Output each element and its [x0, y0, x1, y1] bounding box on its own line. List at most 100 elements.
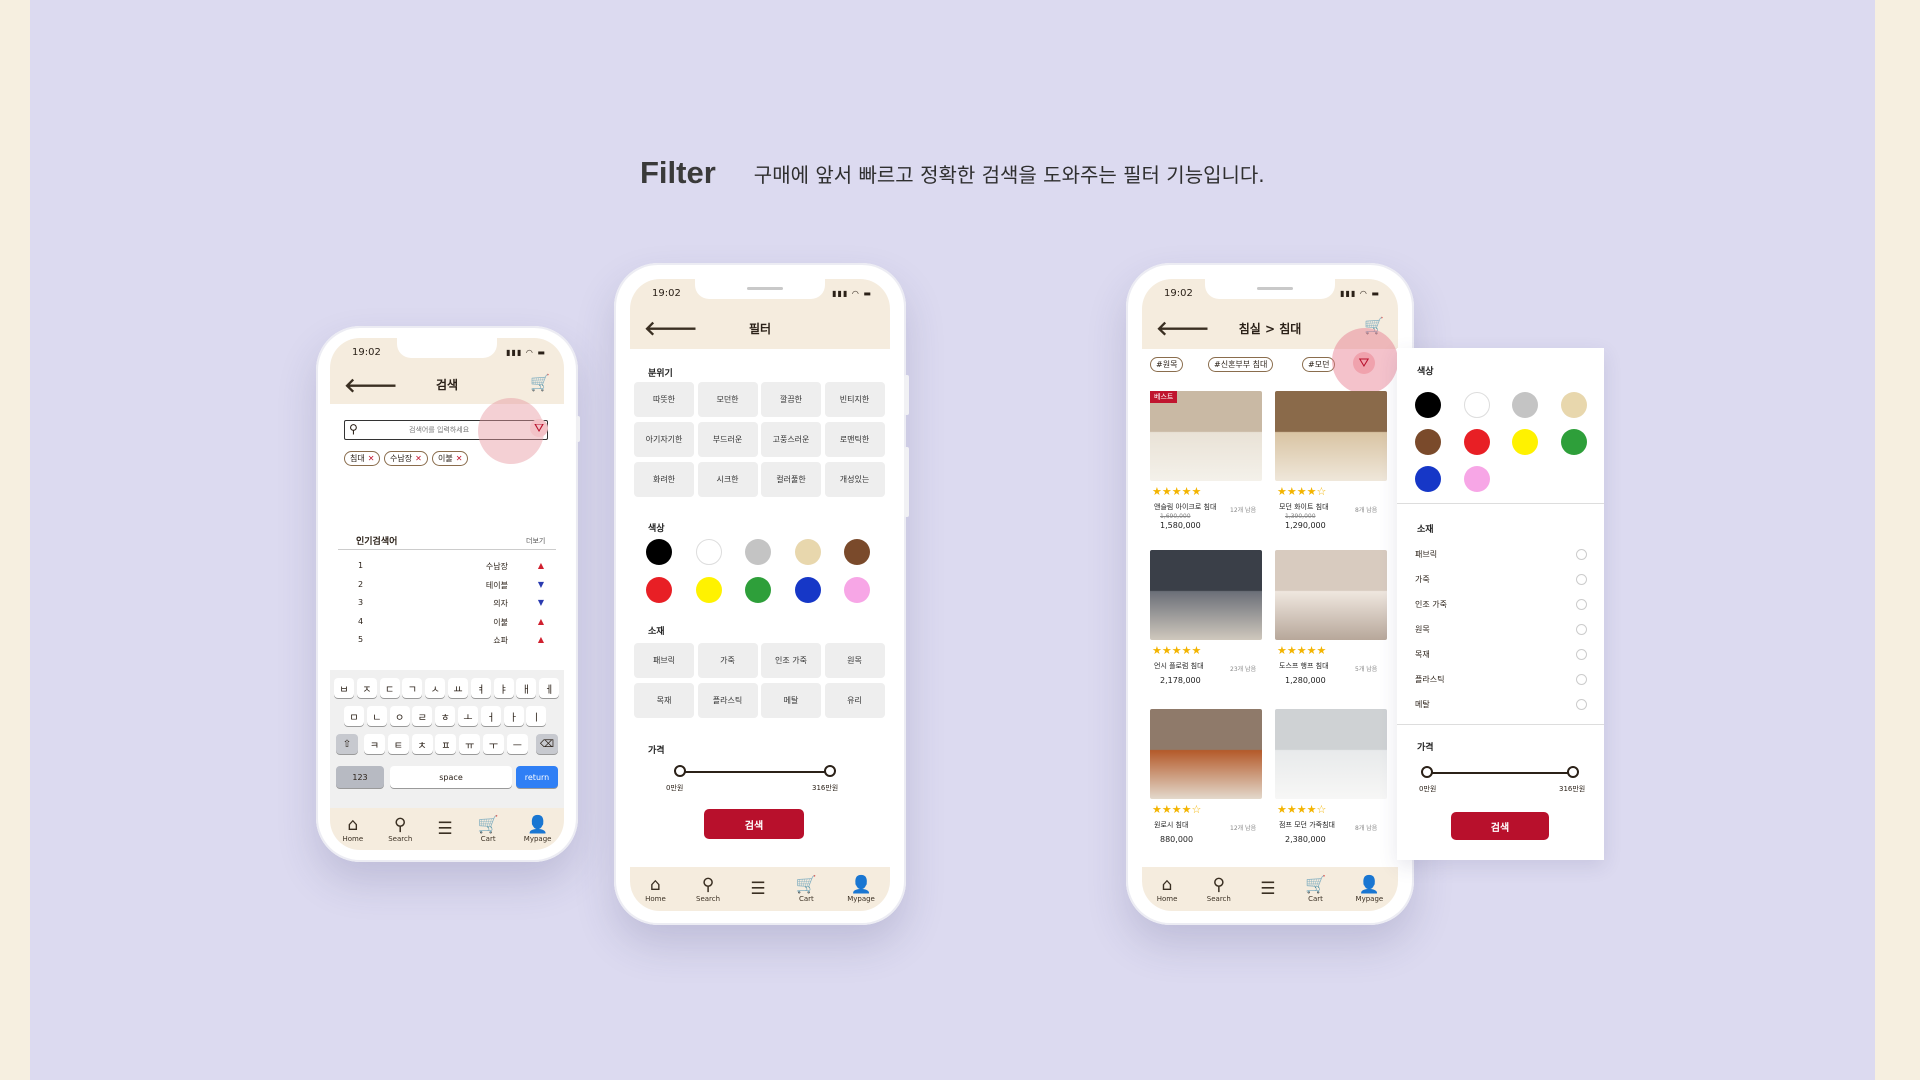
- color-swatch[interactable]: [794, 539, 821, 565]
- radio-button[interactable]: [1576, 599, 1587, 610]
- rank-row[interactable]: 1 수납장 ▲: [330, 558, 564, 574]
- panel-material-row[interactable]: 패브릭: [1415, 547, 1587, 563]
- panel-color-swatch[interactable]: [1512, 392, 1538, 418]
- mood-chip[interactable]: 빈티지한: [824, 382, 885, 417]
- color-swatch[interactable]: [844, 539, 870, 565]
- price-min-handle[interactable]: [674, 765, 686, 777]
- color-swatch[interactable]: [646, 577, 672, 603]
- keyboard-key[interactable]: ㅈ: [356, 678, 377, 698]
- radio-button[interactable]: [1576, 674, 1587, 685]
- material-chip[interactable]: 가죽: [697, 643, 758, 678]
- product-image[interactable]: [1275, 550, 1387, 640]
- keyboard-key[interactable]: ㅕ: [470, 678, 491, 698]
- keyboard-key[interactable]: ㅗ: [458, 706, 478, 726]
- nav-item-menu[interactable]: ☰: [1260, 879, 1275, 899]
- filter-icon[interactable]: ⛛: [530, 419, 548, 437]
- nav-item-home[interactable]: ⌂ Home: [1157, 875, 1178, 903]
- color-swatch[interactable]: [794, 577, 821, 603]
- nav-item-home[interactable]: ⌂ Home: [645, 875, 666, 903]
- mood-chip[interactable]: 화려한: [634, 462, 694, 497]
- mood-chip[interactable]: 고풍스러운: [761, 422, 821, 457]
- close-icon[interactable]: ✕: [415, 454, 422, 463]
- keyboard-key[interactable]: ㅋ: [364, 734, 385, 754]
- mood-chip[interactable]: 개성있는: [824, 462, 885, 497]
- keyboard-key[interactable]: ㅁ: [344, 706, 364, 726]
- product-image[interactable]: [1150, 709, 1262, 799]
- keyboard-key[interactable]: ㅠ: [459, 734, 481, 754]
- nav-item-cart[interactable]: 🛒 Cart: [1305, 875, 1326, 903]
- keyboard-key[interactable]: ㅛ: [448, 678, 468, 698]
- keyboard-key[interactable]: ㅑ: [493, 678, 514, 698]
- search-tag[interactable]: 침대 ✕: [344, 451, 381, 466]
- product-image[interactable]: [1275, 391, 1387, 481]
- material-chip[interactable]: 패브릭: [634, 643, 694, 678]
- panel-color-swatch[interactable]: [1560, 392, 1587, 418]
- shift-key[interactable]: ⇧: [336, 734, 358, 754]
- nav-item-menu[interactable]: ☰: [750, 879, 765, 899]
- panel-color-swatch[interactable]: [1415, 466, 1441, 492]
- hashtag-chip[interactable]: #원목: [1150, 357, 1184, 372]
- product-card[interactable]: ★★★★☆ 원로시 침대 12개 남음 880,000: [1150, 709, 1268, 859]
- nav-item-mypage[interactable]: 👤 Mypage: [847, 875, 875, 903]
- keyboard-key[interactable]: ㅔ: [539, 678, 560, 698]
- price-max-handle[interactable]: [824, 765, 836, 777]
- material-chip[interactable]: 메탈: [761, 683, 821, 718]
- panel-color-swatch[interactable]: [1463, 429, 1490, 455]
- panel-color-swatch[interactable]: [1560, 429, 1587, 455]
- hashtag-chip[interactable]: #모던: [1302, 357, 1336, 372]
- rank-row[interactable]: 3 의자 ▼: [330, 595, 564, 611]
- panel-material-row[interactable]: 가죽: [1415, 572, 1587, 588]
- nav-item-mypage[interactable]: 👤 Mypage: [1356, 875, 1384, 903]
- material-chip[interactable]: 플라스틱: [697, 683, 758, 718]
- keyboard-key[interactable]: ㅣ: [526, 706, 547, 726]
- color-swatch[interactable]: [695, 577, 722, 603]
- keyboard-key[interactable]: ㅏ: [503, 706, 524, 726]
- color-swatch[interactable]: [745, 539, 771, 565]
- nav-item-search[interactable]: ⚲ Search: [1207, 875, 1231, 903]
- nav-item-cart[interactable]: 🛒 Cart: [478, 815, 499, 843]
- keyboard-key[interactable]: ㄷ: [379, 678, 400, 698]
- panel-color-swatch[interactable]: [1512, 429, 1538, 455]
- number-key[interactable]: 123: [336, 766, 384, 788]
- color-swatch[interactable]: [844, 577, 870, 603]
- keyboard-key[interactable]: ㅌ: [387, 734, 409, 754]
- color-swatch[interactable]: [646, 539, 672, 565]
- backspace-key[interactable]: ⌫: [536, 734, 558, 754]
- panel-material-row[interactable]: 목재: [1415, 647, 1587, 663]
- keyboard-key[interactable]: ㅇ: [389, 706, 410, 726]
- space-key[interactable]: space: [390, 766, 512, 788]
- close-icon[interactable]: ✕: [368, 454, 375, 463]
- back-icon[interactable]: 🡐: [644, 316, 698, 340]
- nav-item-search[interactable]: ⚲ Search: [388, 815, 412, 843]
- keyboard-key[interactable]: ㅍ: [435, 734, 457, 754]
- back-icon[interactable]: 🡐: [1156, 316, 1210, 340]
- mood-chip[interactable]: 시크한: [697, 462, 758, 497]
- panel-material-row[interactable]: 플라스틱: [1415, 672, 1587, 688]
- keyboard-key[interactable]: ㅓ: [480, 706, 501, 726]
- panel-color-swatch[interactable]: [1415, 429, 1441, 455]
- hashtag-chip[interactable]: #신혼부부 침대: [1208, 357, 1274, 372]
- panel-price-max-handle[interactable]: [1567, 766, 1579, 778]
- close-icon[interactable]: ✕: [456, 454, 463, 463]
- mood-chip[interactable]: 컬러풀한: [761, 462, 821, 497]
- nav-item-menu[interactable]: ☰: [437, 819, 452, 839]
- mood-chip[interactable]: 모던한: [697, 382, 758, 417]
- product-card[interactable]: 베스트 ★★★★★ 앤슬림 아이크로 침대 12개 남음 1,690,000 1,580,…: [1150, 391, 1268, 541]
- panel-color-swatch[interactable]: [1415, 392, 1441, 418]
- product-image[interactable]: [1150, 391, 1262, 481]
- product-card[interactable]: ★★★★★ 언시 플로럼 침대 23개 남음 2,178,000: [1150, 550, 1268, 700]
- keyboard-key[interactable]: ㅎ: [435, 706, 456, 726]
- radio-button[interactable]: [1576, 549, 1587, 560]
- keyboard-key[interactable]: ㅡ: [506, 734, 528, 754]
- search-tag[interactable]: 이불 ✕: [432, 451, 469, 466]
- rank-row[interactable]: 4 이불 ▲: [330, 614, 564, 630]
- keyboard-key[interactable]: ㅐ: [516, 678, 537, 698]
- search-button[interactable]: 검색: [704, 809, 804, 839]
- filter-icon[interactable]: ⛛: [1353, 352, 1375, 374]
- nav-item-mypage[interactable]: 👤 Mypage: [524, 815, 552, 843]
- mood-chip[interactable]: 로맨틱한: [824, 422, 885, 457]
- color-swatch[interactable]: [695, 539, 722, 565]
- material-chip[interactable]: 원목: [824, 643, 885, 678]
- panel-material-row[interactable]: 메탈: [1415, 697, 1587, 713]
- product-image[interactable]: [1150, 550, 1262, 640]
